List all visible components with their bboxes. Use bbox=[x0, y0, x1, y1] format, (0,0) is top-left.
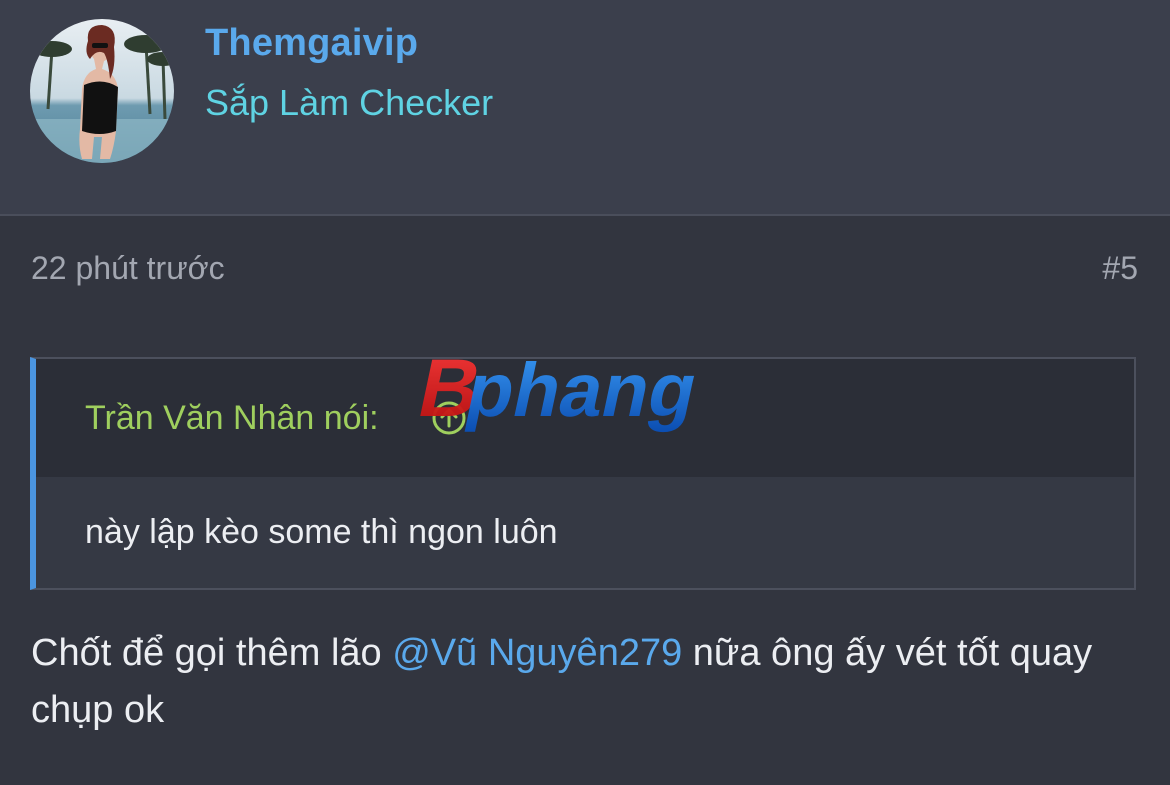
svg-text:phang: phang bbox=[459, 348, 705, 433]
quote-author[interactable]: Trần Văn Nhân nói: bbox=[85, 399, 379, 438]
post-text-start: Chốt để gọi thêm lão bbox=[31, 632, 393, 674]
post-number[interactable]: #5 bbox=[1102, 250, 1138, 287]
user-header: Themgaivip Sắp Làm Checker bbox=[0, 0, 1170, 216]
watermark-logo: B phang bbox=[410, 342, 766, 440]
post-body: Chốt để gọi thêm lão @Vũ Nguyên279 nữa ô… bbox=[31, 625, 1141, 739]
quote-text: này lập kèo some thì ngon luôn bbox=[85, 513, 558, 551]
user-title: Sắp Làm Checker bbox=[205, 82, 494, 123]
post-timestamp[interactable]: 22 phút trước bbox=[31, 250, 225, 287]
user-mention-link[interactable]: @Vũ Nguyên279 bbox=[392, 632, 682, 674]
avatar[interactable] bbox=[30, 19, 174, 163]
username[interactable]: Themgaivip bbox=[205, 22, 418, 65]
